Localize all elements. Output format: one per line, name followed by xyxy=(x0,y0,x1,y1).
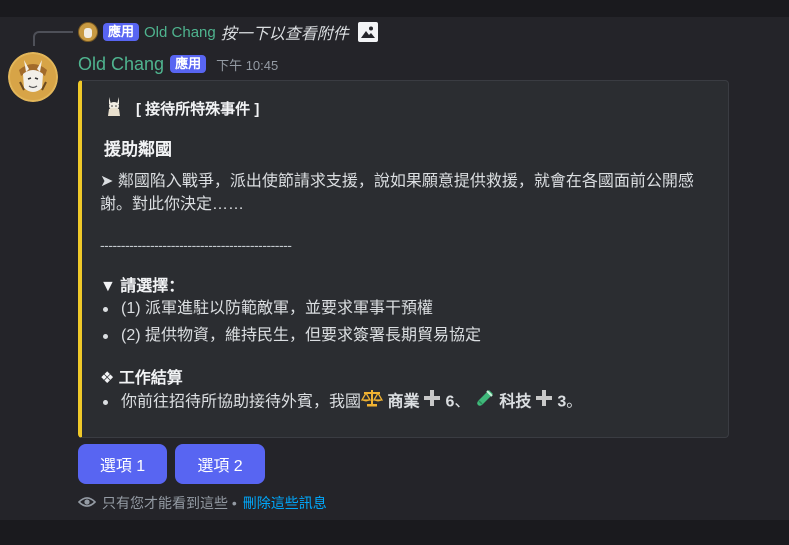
author-avatar[interactable] xyxy=(8,52,58,102)
ephemeral-notice: 只有您才能看到這些 • 刪除這些訊息 xyxy=(77,493,327,513)
option-1-button[interactable]: 選項 1 xyxy=(78,444,167,484)
bottom-strip xyxy=(0,520,789,545)
author-name[interactable]: Old Chang xyxy=(78,54,164,75)
reply-app-badge: 應用 xyxy=(103,23,140,41)
separator: 、 xyxy=(454,393,471,411)
choose-title: ▼ 請選擇： xyxy=(100,278,185,295)
result-item: 你前往招待所協助接待外賓，我國 商業 6、 科技 3。 xyxy=(100,388,582,417)
plus-icon xyxy=(535,389,553,407)
reply-avatar[interactable] xyxy=(78,22,98,42)
reply-author-name[interactable]: Old Chang xyxy=(144,24,216,41)
image-icon xyxy=(357,22,378,42)
top-strip xyxy=(0,0,789,17)
timestamp[interactable]: 下午 10:45 xyxy=(216,55,278,74)
embed-description: ➤ 鄰國陷入戰爭，派出使節請求支援，說如果願意提供救援，就會在各國面前公開感謝。… xyxy=(100,173,694,213)
ephemeral-text: 只有您才能看到這些 • xyxy=(102,495,237,511)
delete-messages-link[interactable]: 刪除這些訊息 xyxy=(243,493,327,513)
embed-heading: 援助鄰國 xyxy=(104,140,172,159)
option-list: (1) 派軍進駐以防範敵軍，並要求軍事干預權 (2) 提供物資，維持民生，但要求… xyxy=(100,295,481,349)
app-badge: 應用 xyxy=(170,55,207,73)
eye-icon xyxy=(77,495,97,512)
result-suffix: 。 xyxy=(566,393,583,411)
reply-text[interactable]: 按一下以查看附件 xyxy=(221,20,349,44)
reply-preview[interactable]: 應用 Old Chang 按一下以查看附件 xyxy=(78,20,378,44)
balance-scale-icon xyxy=(360,388,384,417)
rabbit-figure-icon xyxy=(104,95,124,121)
embed-title: [ 接待所特殊事件 ] xyxy=(136,100,260,118)
reply-connector xyxy=(33,31,73,46)
result-prefix: 你前往招待所協助接待外賓，我國 xyxy=(121,393,362,411)
result-list: 你前往招待所協助接待外賓，我國 商業 6、 科技 3。 xyxy=(100,388,582,417)
embed: [ 接待所特殊事件 ] 援助鄰國 ➤ 鄰國陷入戰爭，派出使節請求支援，說如果願意… xyxy=(78,80,729,438)
stat2-value: 3 xyxy=(557,393,567,411)
list-item: (2) 提供物資，維持民生，但要求簽署長期貿易協定 xyxy=(100,322,481,349)
plus-icon xyxy=(423,389,441,407)
embed-title-row: [ 接待所特殊事件 ] xyxy=(104,95,259,121)
stat1-label: 商業 xyxy=(387,393,420,411)
list-item: (1) 派軍進駐以防範敵軍，並要求軍事干預權 xyxy=(100,295,481,322)
work-title: ❖ 工作結算 xyxy=(100,370,183,387)
option-2-button[interactable]: 選項 2 xyxy=(175,444,265,484)
stat2-label: 科技 xyxy=(499,393,532,411)
test-tube-icon xyxy=(475,388,495,417)
embed-divider: ----------------------------------------… xyxy=(100,237,292,253)
message-header: Old Chang 應用 下午 10:45 xyxy=(78,51,278,77)
